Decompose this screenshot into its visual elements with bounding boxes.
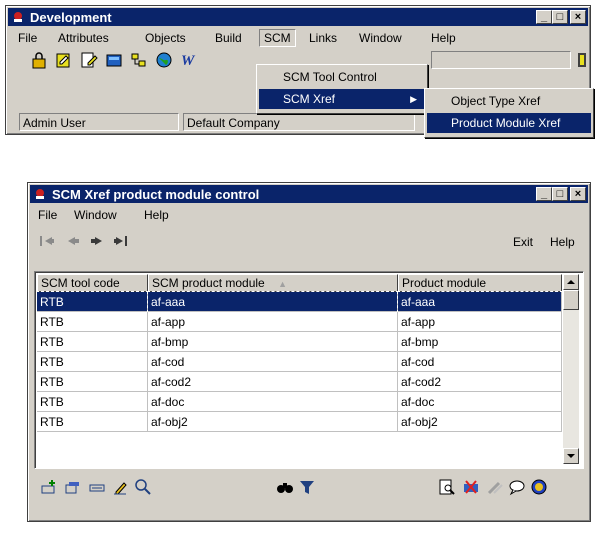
next-record-icon[interactable]	[88, 233, 106, 249]
cell-product-module[interactable]: af-aaa	[397, 291, 563, 313]
filter-icon[interactable]	[298, 478, 316, 496]
maximize-button[interactable]: □	[552, 10, 568, 24]
cell-scm-product-module[interactable]: af-app	[148, 312, 398, 332]
scm-xref-title-bar[interactable]: SCM Xref product module control _ □ ×	[30, 185, 588, 203]
prev-record-icon[interactable]	[64, 233, 82, 249]
menu-build[interactable]: Build	[211, 30, 246, 46]
record-toolbar	[30, 475, 588, 499]
info-icon[interactable]	[530, 478, 548, 496]
lock-icon[interactable]	[30, 51, 48, 69]
menu-item-product-module-xref[interactable]: Product Module Xref	[427, 113, 591, 133]
cell-scm-tool-code[interactable]: RTB	[37, 412, 148, 432]
menu-file[interactable]: File	[14, 30, 41, 46]
cell-product-module[interactable]: af-app	[398, 312, 562, 332]
menu-help[interactable]: Help	[140, 207, 173, 223]
arrow-down-icon	[567, 454, 575, 458]
menu-file[interactable]: File	[34, 207, 61, 223]
cell-product-module[interactable]: af-obj2	[398, 412, 562, 432]
close-button[interactable]: ×	[570, 187, 586, 201]
toolbar-field	[431, 51, 571, 69]
cell-scm-tool-code[interactable]: RTB	[37, 372, 148, 392]
sort-ascending-icon: ▲	[278, 279, 287, 289]
menu-item-scm-tool-control[interactable]: SCM Tool Control	[259, 67, 425, 87]
cell-scm-product-module[interactable]: af-cod2	[148, 372, 398, 392]
search-icon[interactable]	[134, 478, 152, 496]
development-menubar: File Attributes Objects Build SCM Links …	[8, 28, 588, 48]
arrow-up-icon	[567, 280, 575, 284]
cell-scm-product-module[interactable]: af-bmp	[148, 332, 398, 352]
scm-xref-title: SCM Xref product module control	[52, 187, 260, 202]
tree-icon[interactable]	[130, 51, 148, 69]
minimize-button[interactable]: _	[536, 10, 552, 24]
add-record-icon[interactable]	[40, 478, 58, 496]
menu-window[interactable]: Window	[70, 207, 121, 223]
comment-icon[interactable]	[508, 478, 526, 496]
cell-scm-tool-code[interactable]: RTB	[36, 291, 149, 313]
menu-links[interactable]: Links	[305, 30, 341, 46]
exit-door-icon[interactable]	[573, 51, 591, 69]
cell-scm-product-module[interactable]: af-obj2	[148, 412, 398, 432]
cell-scm-product-module[interactable]: af-doc	[148, 392, 398, 412]
development-title: Development	[30, 10, 112, 25]
delete-icon[interactable]	[462, 478, 480, 496]
database-icon[interactable]	[105, 51, 123, 69]
product-module-grid: SCM tool code SCM product module ▲ Produ…	[34, 271, 584, 469]
cell-scm-product-module[interactable]: af-cod	[148, 352, 398, 372]
scm-dropdown-menu: SCM Tool Control SCM Xref ▶	[256, 64, 428, 114]
menu-help[interactable]: Help	[427, 30, 460, 46]
vertical-scrollbar[interactable]	[563, 274, 579, 464]
col-header-product-module[interactable]: Product module	[398, 274, 562, 292]
binoculars-icon[interactable]	[276, 478, 294, 496]
help-button[interactable]: Help	[550, 233, 575, 251]
scroll-up-button[interactable]	[563, 274, 579, 290]
close-button[interactable]: ×	[570, 10, 586, 24]
scroll-down-button[interactable]	[563, 448, 579, 464]
copy-record-icon[interactable]	[64, 478, 82, 496]
preview-icon[interactable]	[438, 478, 456, 496]
nav-toolbar: Exit Help	[30, 231, 588, 253]
edit-pencil-icon[interactable]	[112, 478, 130, 496]
development-title-bar[interactable]: Development _ □ ×	[8, 8, 588, 26]
menu-objects[interactable]: Objects	[141, 30, 190, 46]
last-record-icon[interactable]	[112, 233, 130, 249]
cell-product-module[interactable]: af-doc	[398, 392, 562, 412]
exit-button[interactable]: Exit	[513, 233, 533, 251]
minimize-button[interactable]: _	[536, 187, 552, 201]
svg-text:W: W	[181, 53, 196, 69]
cell-scm-tool-code[interactable]: RTB	[37, 352, 148, 372]
new-object-icon[interactable]	[55, 51, 73, 69]
scm-xref-menubar: File Window Help	[30, 205, 588, 225]
cell-scm-tool-code[interactable]: RTB	[37, 332, 148, 352]
cell-product-module[interactable]: af-cod2	[398, 372, 562, 392]
modify-record-icon[interactable]	[88, 478, 106, 496]
tools-icon[interactable]	[486, 478, 504, 496]
col-header-scm-tool-code[interactable]: SCM tool code	[37, 274, 148, 292]
menu-window[interactable]: Window	[355, 30, 406, 46]
w-icon[interactable]: W	[180, 51, 198, 69]
cell-product-module[interactable]: af-cod	[398, 352, 562, 372]
first-record-icon[interactable]	[38, 233, 56, 249]
cell-product-module[interactable]: af-bmp	[398, 332, 562, 352]
scroll-thumb[interactable]	[563, 290, 579, 310]
status-company: Default Company	[183, 113, 415, 131]
xref-submenu: Object Type Xref Product Module Xref	[424, 88, 594, 138]
status-user: Admin User	[19, 113, 179, 131]
cell-scm-product-module[interactable]: af-aaa	[147, 291, 399, 313]
menu-item-scm-xref[interactable]: SCM Xref ▶	[259, 89, 425, 109]
menu-scm[interactable]: SCM	[259, 29, 296, 47]
cell-scm-tool-code[interactable]: RTB	[37, 392, 148, 412]
app-icon	[36, 189, 44, 199]
app-icon	[14, 12, 22, 22]
col-header-scm-product-module[interactable]: SCM product module ▲	[148, 274, 398, 292]
maximize-button[interactable]: □	[552, 187, 568, 201]
submenu-arrow-icon: ▶	[410, 94, 417, 104]
menu-item-object-type-xref[interactable]: Object Type Xref	[427, 91, 591, 111]
scm-xref-window: SCM Xref product module control _ □ × Fi…	[27, 182, 591, 522]
cell-scm-tool-code[interactable]: RTB	[37, 312, 148, 332]
globe-icon[interactable]	[155, 51, 173, 69]
edit-icon[interactable]	[80, 51, 98, 69]
menu-attributes[interactable]: Attributes	[54, 30, 113, 46]
